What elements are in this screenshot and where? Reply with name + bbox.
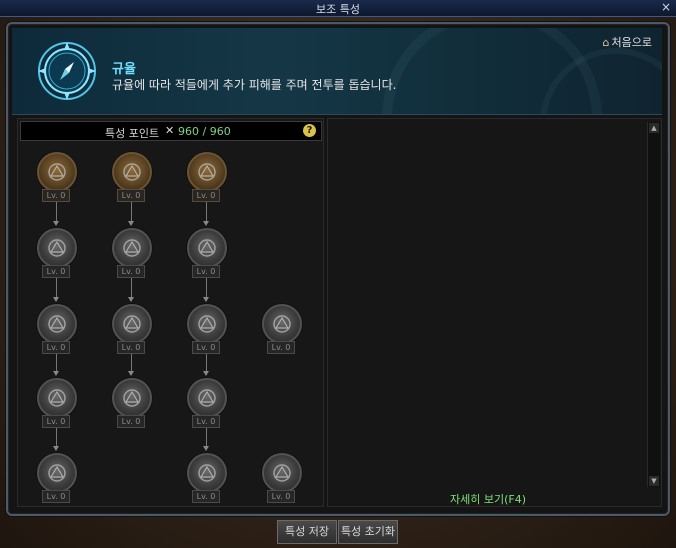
trait-node-spike-icon[interactable] xyxy=(187,378,227,418)
trait-node-level: Lv. 0 xyxy=(117,341,145,354)
trait-node-level: Lv. 0 xyxy=(42,490,70,503)
trait-points-bar: 특성 포인트 ✕ 960 / 960 ? xyxy=(20,121,322,141)
trait-header: 규율 규율에 따라 적들에게 추가 피해를 주며 전투를 돕습니다. ⌂ 처음으로 xyxy=(12,28,662,115)
trait-node-level: Lv. 0 xyxy=(117,265,145,278)
reset-traits-button[interactable]: 특성 초기화 xyxy=(338,520,398,544)
window-title: 보조 특성 xyxy=(316,3,360,16)
detail-scrollbar[interactable]: ▲ ▼ xyxy=(647,122,660,487)
trait-node-chest-icon[interactable] xyxy=(37,304,77,344)
trait-node[interactable]: Lv. 0 xyxy=(111,228,152,284)
home-label: 처음으로 xyxy=(611,36,652,49)
trait-node-beast-icon[interactable] xyxy=(37,228,77,268)
save-traits-button[interactable]: 특성 저장 xyxy=(277,520,337,544)
points-value: 960 / 960 xyxy=(178,125,231,138)
trait-node[interactable]: Lv. 0 xyxy=(186,228,227,284)
compass-emblem-icon xyxy=(38,42,96,100)
trait-node[interactable]: Lv. 0 xyxy=(36,228,77,284)
detail-panel xyxy=(327,118,662,507)
trait-node-level: Lv. 0 xyxy=(192,415,220,428)
title-bar[interactable]: 보조 특성 × xyxy=(0,0,676,17)
trait-node-meditation-icon[interactable] xyxy=(262,453,302,493)
trait-node-level: Lv. 0 xyxy=(267,341,295,354)
trait-node[interactable]: Lv. 0 xyxy=(186,378,227,434)
crossed-swords-icon: ✕ xyxy=(165,124,175,137)
trait-node-demon-icon[interactable] xyxy=(112,228,152,268)
trait-node-orbs-icon[interactable] xyxy=(187,453,227,493)
trait-node[interactable]: Lv. 0 xyxy=(111,378,152,434)
trait-name: 규율 xyxy=(112,62,136,77)
trait-node[interactable]: Lv. 0 xyxy=(111,304,152,360)
trait-node-diamond-icon[interactable] xyxy=(262,304,302,344)
home-button[interactable]: ⌂ 처음으로 xyxy=(603,34,652,50)
trait-node[interactable]: Lv. 0 xyxy=(36,453,77,509)
trait-node-level: Lv. 0 xyxy=(42,265,70,278)
trait-node-fireball-icon[interactable] xyxy=(187,152,227,192)
trait-node-level: Lv. 0 xyxy=(42,189,70,202)
trait-node[interactable]: Lv. 0 xyxy=(36,304,77,360)
detail-view-link[interactable]: 자세히 보기(F4) xyxy=(450,491,526,507)
trait-node-level: Lv. 0 xyxy=(192,341,220,354)
trait-node-level: Lv. 0 xyxy=(42,341,70,354)
home-icon: ⌂ xyxy=(602,36,610,49)
trait-node-level: Lv. 0 xyxy=(192,189,220,202)
trait-node-level: Lv. 0 xyxy=(42,415,70,428)
close-button[interactable]: × xyxy=(660,0,672,14)
trait-node-bear-icon[interactable] xyxy=(37,152,77,192)
trait-window: 보조 특성 × 규율 규율에 따라 적들에게 추가 피해를 주며 전투를 돕습니… xyxy=(0,0,676,548)
scroll-up-button[interactable]: ▲ xyxy=(649,123,659,133)
trait-node-claw-icon[interactable] xyxy=(112,152,152,192)
points-label: 특성 포인트 xyxy=(105,127,160,140)
trait-node-shield-orb-icon[interactable] xyxy=(187,228,227,268)
trait-node[interactable]: Lv. 0 xyxy=(111,152,152,208)
trait-node[interactable]: Lv. 0 xyxy=(186,453,227,509)
trait-node-level: Lv. 0 xyxy=(117,415,145,428)
trait-node-level: Lv. 0 xyxy=(117,189,145,202)
trait-node-vortex-icon[interactable] xyxy=(112,304,152,344)
help-button[interactable]: ? xyxy=(303,124,316,137)
trait-node-burst-icon[interactable] xyxy=(37,453,77,493)
trait-node-level: Lv. 0 xyxy=(192,265,220,278)
trait-description: 규율에 따라 적들에게 추가 피해를 주며 전투를 돕습니다. xyxy=(112,78,397,92)
trait-node[interactable]: Lv. 0 xyxy=(36,152,77,208)
trait-node-level: Lv. 0 xyxy=(267,490,295,503)
trait-node[interactable]: Lv. 0 xyxy=(36,378,77,434)
trait-node-swirl-icon[interactable] xyxy=(187,304,227,344)
scroll-down-button[interactable]: ▼ xyxy=(649,476,659,486)
trait-node[interactable]: Lv. 0 xyxy=(261,453,302,509)
trait-node[interactable]: Lv. 0 xyxy=(186,304,227,360)
trait-node[interactable]: Lv. 0 xyxy=(261,304,302,360)
footer: 특성 저장 특성 초기화 xyxy=(0,514,676,548)
trait-node-level: Lv. 0 xyxy=(192,490,220,503)
trait-node[interactable]: Lv. 0 xyxy=(186,152,227,208)
trait-node-cross-blades-icon[interactable] xyxy=(112,378,152,418)
trait-node-slash-icon[interactable] xyxy=(37,378,77,418)
